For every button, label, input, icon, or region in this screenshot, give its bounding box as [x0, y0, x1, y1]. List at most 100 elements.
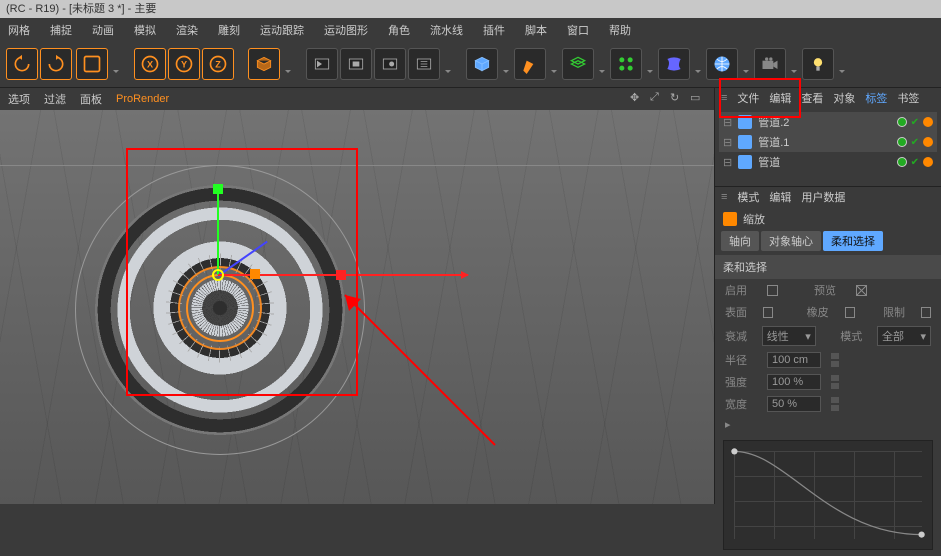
- maximize-view-icon[interactable]: ▭: [690, 91, 706, 107]
- object-item[interactable]: ⊟ 管道.2 ✔: [719, 112, 937, 132]
- tag-dot-icon[interactable]: [923, 117, 933, 127]
- menu-sculpt[interactable]: 雕刻: [214, 20, 244, 38]
- rubber-checkbox[interactable]: [845, 307, 855, 318]
- gizmo-scale-handle[interactable]: [250, 269, 260, 279]
- object-name[interactable]: 管道.2: [758, 114, 789, 130]
- expand-icon[interactable]: ⊟: [723, 116, 732, 129]
- undo-button[interactable]: [6, 48, 38, 80]
- visibility-dot-icon[interactable]: [897, 137, 907, 147]
- gizmo-origin[interactable]: [212, 269, 224, 281]
- subtab-soft-selection[interactable]: 柔和选择: [823, 231, 883, 251]
- render-view-button[interactable]: [306, 48, 338, 80]
- dropdown-icon[interactable]: [790, 48, 798, 80]
- array-button[interactable]: [610, 48, 642, 80]
- subtab-axis[interactable]: 轴向: [721, 231, 759, 251]
- tab-object[interactable]: 对象: [833, 90, 855, 106]
- preview-checkbox[interactable]: [856, 285, 867, 296]
- z-axis-button[interactable]: Z: [202, 48, 234, 80]
- menu-mograph[interactable]: 运动图形: [320, 20, 372, 38]
- menu-mesh[interactable]: 网格: [4, 20, 34, 38]
- expand-icon[interactable]: ⊟: [723, 156, 732, 169]
- redo-button[interactable]: [40, 48, 72, 80]
- tag-dot-icon[interactable]: [923, 157, 933, 167]
- surface-checkbox[interactable]: [763, 307, 773, 318]
- menu-pipeline[interactable]: 流水线: [426, 20, 467, 38]
- object-name[interactable]: 管道: [758, 154, 780, 170]
- move-view-icon[interactable]: ✥: [630, 91, 646, 107]
- limit-checkbox[interactable]: [921, 307, 931, 318]
- falloff-curve-graph[interactable]: [723, 440, 933, 550]
- render-settings-button[interactable]: [374, 48, 406, 80]
- menu-window[interactable]: 窗口: [563, 20, 593, 38]
- visibility-dot-icon[interactable]: [897, 117, 907, 127]
- tab-edit[interactable]: 编辑: [769, 90, 791, 106]
- dropdown-icon[interactable]: [646, 48, 654, 80]
- dropdown-icon[interactable]: [444, 48, 452, 80]
- spinner-icon[interactable]: [831, 352, 839, 368]
- primitive-cube-button[interactable]: [466, 48, 498, 80]
- gizmo-y-axis[interactable]: [217, 190, 219, 275]
- falloff-select[interactable]: 线性▾: [762, 326, 816, 346]
- object-manager-list[interactable]: ⊟ 管道.2 ✔ ⊟ 管道.1 ✔ ⊟ 管道 ✔: [715, 108, 941, 176]
- environment-button[interactable]: [706, 48, 738, 80]
- tab-file[interactable]: 文件: [737, 90, 759, 106]
- object-name[interactable]: 管道.1: [758, 134, 789, 150]
- radius-input[interactable]: 100 cm: [767, 352, 821, 368]
- menu-snap[interactable]: 捕捉: [46, 20, 76, 38]
- prop-row-curve-toggle[interactable]: ▸: [715, 415, 941, 434]
- strength-input[interactable]: 100 %: [767, 374, 821, 390]
- enable-check-icon[interactable]: ✔: [911, 157, 919, 168]
- menu-help[interactable]: 帮助: [605, 20, 635, 38]
- viewport-tab-panel[interactable]: 面板: [80, 91, 102, 107]
- mode-select[interactable]: 全部▾: [877, 326, 931, 346]
- menu-script[interactable]: 脚本: [521, 20, 551, 38]
- deformer-button[interactable]: [658, 48, 690, 80]
- dropdown-icon[interactable]: [502, 48, 510, 80]
- spinner-icon[interactable]: [831, 396, 839, 412]
- viewport-3d[interactable]: [0, 110, 714, 504]
- tab-view[interactable]: 查看: [801, 90, 823, 106]
- dropdown-icon[interactable]: [284, 48, 292, 80]
- menu-character[interactable]: 角色: [384, 20, 414, 38]
- width-input[interactable]: 50 %: [767, 396, 821, 412]
- generator-button[interactable]: [562, 48, 594, 80]
- visibility-dot-icon[interactable]: [897, 157, 907, 167]
- enable-checkbox[interactable]: [767, 285, 778, 296]
- gizmo-x-handle[interactable]: [336, 270, 346, 280]
- coordinate-system-button[interactable]: [248, 48, 280, 80]
- menu-render[interactable]: 渲染: [172, 20, 202, 38]
- menu-motion-tracking[interactable]: 运动跟踪: [256, 20, 308, 38]
- render-region-button[interactable]: [340, 48, 372, 80]
- camera-button[interactable]: [754, 48, 786, 80]
- rotate-view-icon[interactable]: ↻: [670, 91, 686, 107]
- y-axis-button[interactable]: Y: [168, 48, 200, 80]
- dropdown-icon[interactable]: [550, 48, 558, 80]
- tab-bookmarks[interactable]: 书签: [897, 90, 919, 106]
- attrib-tab-mode[interactable]: 模式: [737, 189, 759, 205]
- live-select-button[interactable]: [76, 48, 108, 80]
- tag-dot-icon[interactable]: [923, 137, 933, 147]
- zoom-view-icon[interactable]: ⤢: [650, 91, 666, 107]
- light-button[interactable]: [802, 48, 834, 80]
- menu-simulate[interactable]: 模拟: [130, 20, 160, 38]
- viewport-tab-options[interactable]: 选项: [8, 91, 30, 107]
- enable-check-icon[interactable]: ✔: [911, 137, 919, 148]
- render-queue-button[interactable]: [408, 48, 440, 80]
- attrib-tab-edit[interactable]: 编辑: [769, 189, 791, 205]
- expand-icon[interactable]: ⊟: [723, 136, 732, 149]
- spinner-icon[interactable]: [831, 374, 839, 390]
- menu-plugins[interactable]: 插件: [479, 20, 509, 38]
- dropdown-icon[interactable]: [742, 48, 750, 80]
- viewport-tab-prorender[interactable]: ProRender: [116, 93, 169, 105]
- dropdown-icon[interactable]: [838, 48, 846, 80]
- object-item[interactable]: ⊟ 管道.1 ✔: [719, 132, 937, 152]
- transform-gizmo[interactable]: [218, 275, 219, 276]
- subtab-object-axis[interactable]: 对象轴心: [761, 231, 821, 251]
- menu-animation[interactable]: 动画: [88, 20, 118, 38]
- attrib-tab-userdata[interactable]: 用户数据: [801, 189, 845, 205]
- spline-pen-button[interactable]: [514, 48, 546, 80]
- x-axis-button[interactable]: X: [134, 48, 166, 80]
- dropdown-icon[interactable]: [112, 48, 120, 80]
- dropdown-icon[interactable]: [694, 48, 702, 80]
- dropdown-icon[interactable]: [598, 48, 606, 80]
